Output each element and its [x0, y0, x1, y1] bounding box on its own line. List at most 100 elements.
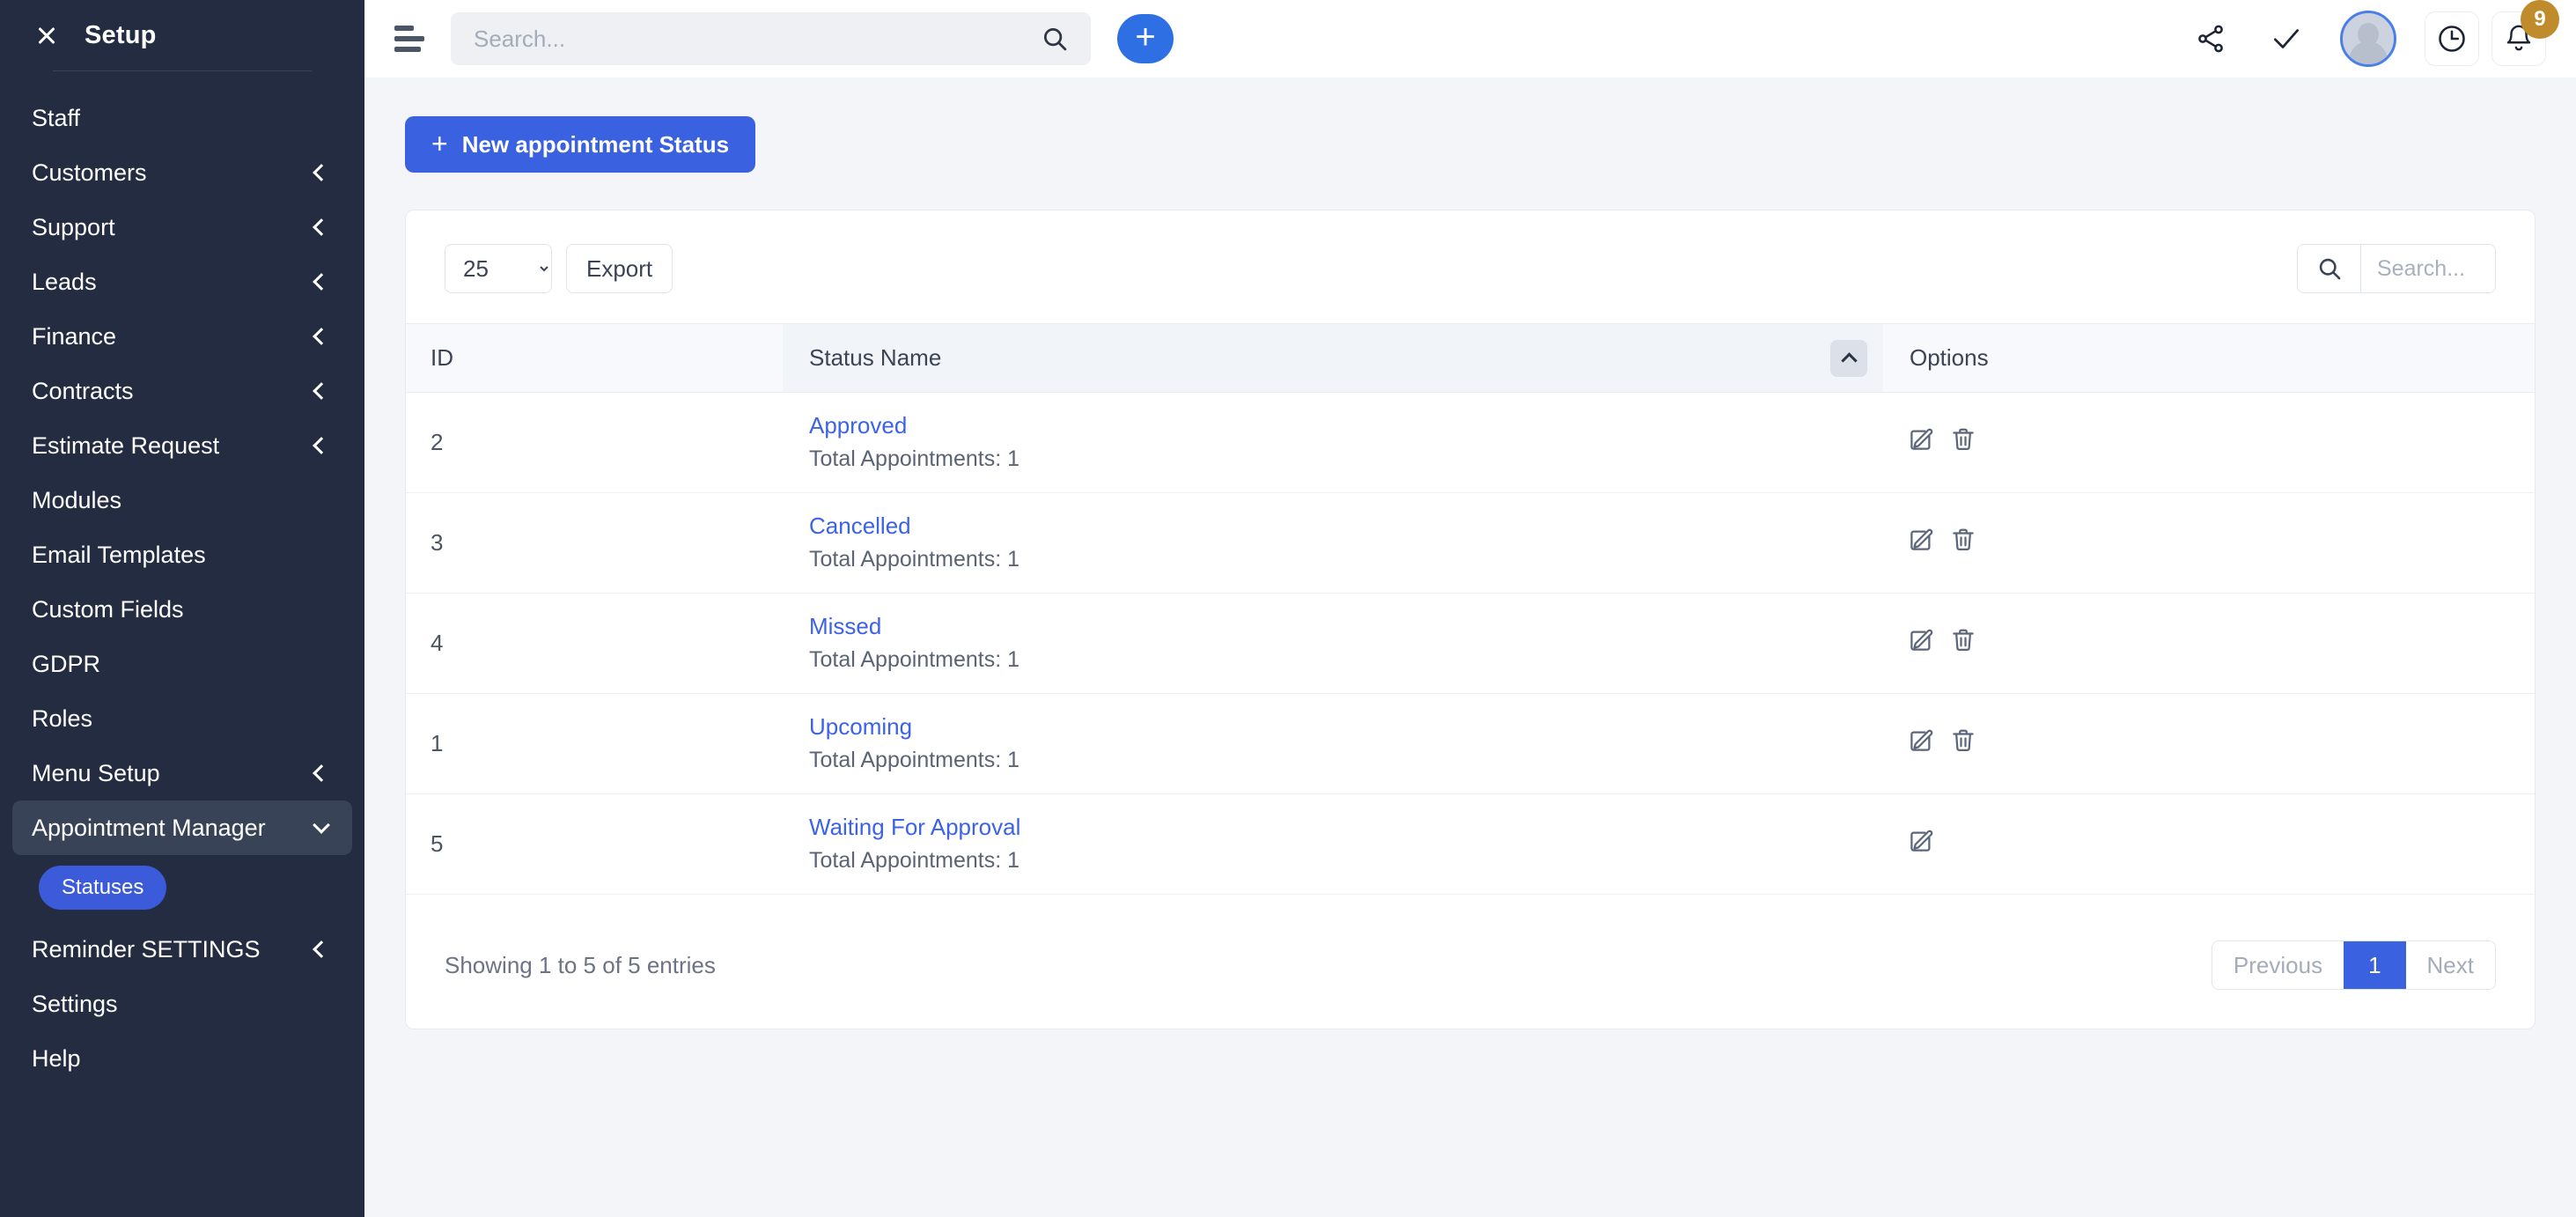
cell-options: [1883, 693, 2535, 794]
check-icon[interactable]: [2248, 12, 2324, 65]
row-actions: [1908, 527, 2535, 559]
top-bar: +: [364, 0, 2576, 77]
total-appointments-text: Total Appointments: 1: [809, 547, 1020, 572]
sidebar-item-contracts[interactable]: Contracts: [12, 364, 352, 418]
export-button[interactable]: Export: [566, 244, 673, 293]
sidebar-item-staff[interactable]: Staff: [12, 91, 352, 145]
sidebar-item-finance[interactable]: Finance: [12, 309, 352, 364]
sidebar-item-custom-fields[interactable]: Custom Fields: [12, 582, 352, 637]
sidebar-item-label: Contracts: [32, 377, 134, 404]
column-header-status-name[interactable]: Status Name: [783, 323, 1883, 393]
chevron-left-icon[interactable]: [313, 328, 330, 345]
chevron-left-icon[interactable]: [313, 273, 330, 291]
hamburger-icon[interactable]: [394, 26, 424, 52]
sidebar-item-label: GDPR: [32, 650, 101, 677]
edit-icon[interactable]: [1908, 828, 1934, 860]
edit-icon[interactable]: [1908, 527, 1934, 559]
table-row: 2 Approved Total Appointments: 1: [406, 392, 2535, 493]
edit-icon[interactable]: [1908, 627, 1934, 660]
chevron-left-icon[interactable]: [313, 940, 330, 958]
avatar[interactable]: [2340, 11, 2396, 67]
plus-icon: +: [431, 128, 448, 159]
chevron-left-icon[interactable]: [313, 437, 330, 454]
table-footer: Showing 1 to 5 of 5 entries Previous 1 N…: [406, 895, 2535, 1029]
total-appointments-text: Total Appointments: 1: [809, 748, 1020, 773]
sidebar-item-modules[interactable]: Modules: [12, 473, 352, 527]
search-input[interactable]: [474, 25, 1041, 53]
edit-icon[interactable]: [1908, 727, 1934, 760]
table-body: 2 Approved Total Appointments: 1 3 Cancelled…: [406, 392, 2535, 895]
sidebar-item-help[interactable]: Help: [12, 1031, 352, 1086]
main-area: +: [364, 0, 2576, 1217]
sidebar-divider: [53, 70, 312, 71]
sidebar-item-email-templates[interactable]: Email Templates: [12, 527, 352, 582]
sidebar-item-menu-setup[interactable]: Menu Setup: [12, 746, 352, 800]
showing-entries-text: Showing 1 to 5 of 5 entries: [445, 951, 716, 978]
table-search-input[interactable]: [2361, 245, 2495, 292]
status-name-link[interactable]: Missed: [809, 611, 1883, 642]
quick-add-button[interactable]: +: [1117, 14, 1174, 63]
share-icon[interactable]: [2173, 12, 2248, 65]
delete-icon[interactable]: [1950, 527, 1976, 559]
search-icon[interactable]: [1041, 26, 1068, 52]
sidebar-item-label: Help: [32, 1044, 81, 1072]
table-row: 4 Missed Total Appointments: 1: [406, 593, 2535, 694]
row-actions: [1908, 828, 2535, 860]
cell-status-name: Missed Total Appointments: 1: [783, 593, 1883, 694]
cell-status-name: Cancelled Total Appointments: 1: [783, 492, 1883, 594]
delete-icon[interactable]: [1950, 426, 1976, 459]
notification-badge: 9: [2521, 0, 2559, 39]
sidebar-item-label: Menu Setup: [32, 759, 160, 786]
sidebar-item-gdpr[interactable]: GDPR: [12, 637, 352, 691]
status-name-link[interactable]: Cancelled: [809, 511, 1883, 542]
close-icon[interactable]: [35, 24, 58, 47]
pagination-page-1[interactable]: 1: [2344, 941, 2406, 989]
cell-status-name: Waiting For Approval Total Appointments: …: [783, 793, 1883, 895]
sidebar-header: Setup: [0, 0, 364, 70]
sidebar-subitem-statuses[interactable]: Statuses: [39, 866, 167, 910]
sort-ascending-icon[interactable]: [1830, 339, 1867, 377]
column-header-id[interactable]: ID: [406, 323, 783, 393]
sidebar-item-settings[interactable]: Settings: [12, 977, 352, 1031]
cell-id: 5: [406, 793, 783, 895]
chevron-down-icon[interactable]: [313, 816, 330, 834]
sidebar: Setup Staff Customers Support Leads Finance C…: [0, 0, 364, 1217]
quick-add-label: +: [1135, 18, 1156, 56]
pagination-previous[interactable]: Previous: [2212, 941, 2344, 989]
status-name-link[interactable]: Waiting For Approval: [809, 812, 1883, 843]
sidebar-item-roles[interactable]: Roles: [12, 691, 352, 746]
sidebar-item-support[interactable]: Support: [12, 200, 352, 254]
status-name-link[interactable]: Approved: [809, 410, 1883, 441]
new-appointment-status-button[interactable]: + New appointment Status: [405, 116, 756, 173]
chevron-left-icon[interactable]: [313, 218, 330, 236]
page-content: + New appointment Status 2550100 Export: [364, 77, 2576, 1217]
global-search[interactable]: [451, 12, 1091, 65]
sidebar-item-label: Support: [32, 213, 115, 240]
pagination-next[interactable]: Next: [2405, 941, 2495, 989]
chevron-left-icon[interactable]: [313, 764, 330, 782]
sidebar-item-label: Roles: [32, 704, 93, 732]
sidebar-item-customers[interactable]: Customers: [12, 145, 352, 200]
bell-icon[interactable]: 9: [2491, 0, 2559, 66]
sidebar-item-label: Email Templates: [32, 541, 206, 568]
sidebar-item-estimate-request[interactable]: Estimate Request: [12, 418, 352, 473]
sidebar-item-appointment-manager[interactable]: Appointment Manager: [12, 800, 352, 855]
delete-icon[interactable]: [1950, 627, 1976, 660]
edit-icon[interactable]: [1908, 426, 1934, 459]
cell-id: 4: [406, 593, 783, 694]
chevron-left-icon[interactable]: [313, 382, 330, 400]
sidebar-item-label: Modules: [32, 486, 122, 513]
clock-icon[interactable]: [2425, 11, 2479, 66]
table-toolbar: 2550100 Export: [406, 210, 2535, 323]
sidebar-item-leads[interactable]: Leads: [12, 254, 352, 309]
column-header-options: Options: [1883, 323, 2535, 393]
page-length-select[interactable]: 2550100: [445, 244, 552, 293]
delete-icon[interactable]: [1950, 727, 1976, 760]
table-search-icon[interactable]: [2298, 245, 2361, 292]
table-search[interactable]: [2297, 244, 2496, 293]
chevron-left-icon[interactable]: [313, 164, 330, 181]
sidebar-item-label: Estimate Request: [32, 431, 220, 459]
status-name-link[interactable]: Upcoming: [809, 712, 1883, 742]
sidebar-item-reminder-settings[interactable]: Reminder SETTINGS: [12, 922, 352, 977]
sidebar-item-label: Custom Fields: [32, 595, 184, 623]
